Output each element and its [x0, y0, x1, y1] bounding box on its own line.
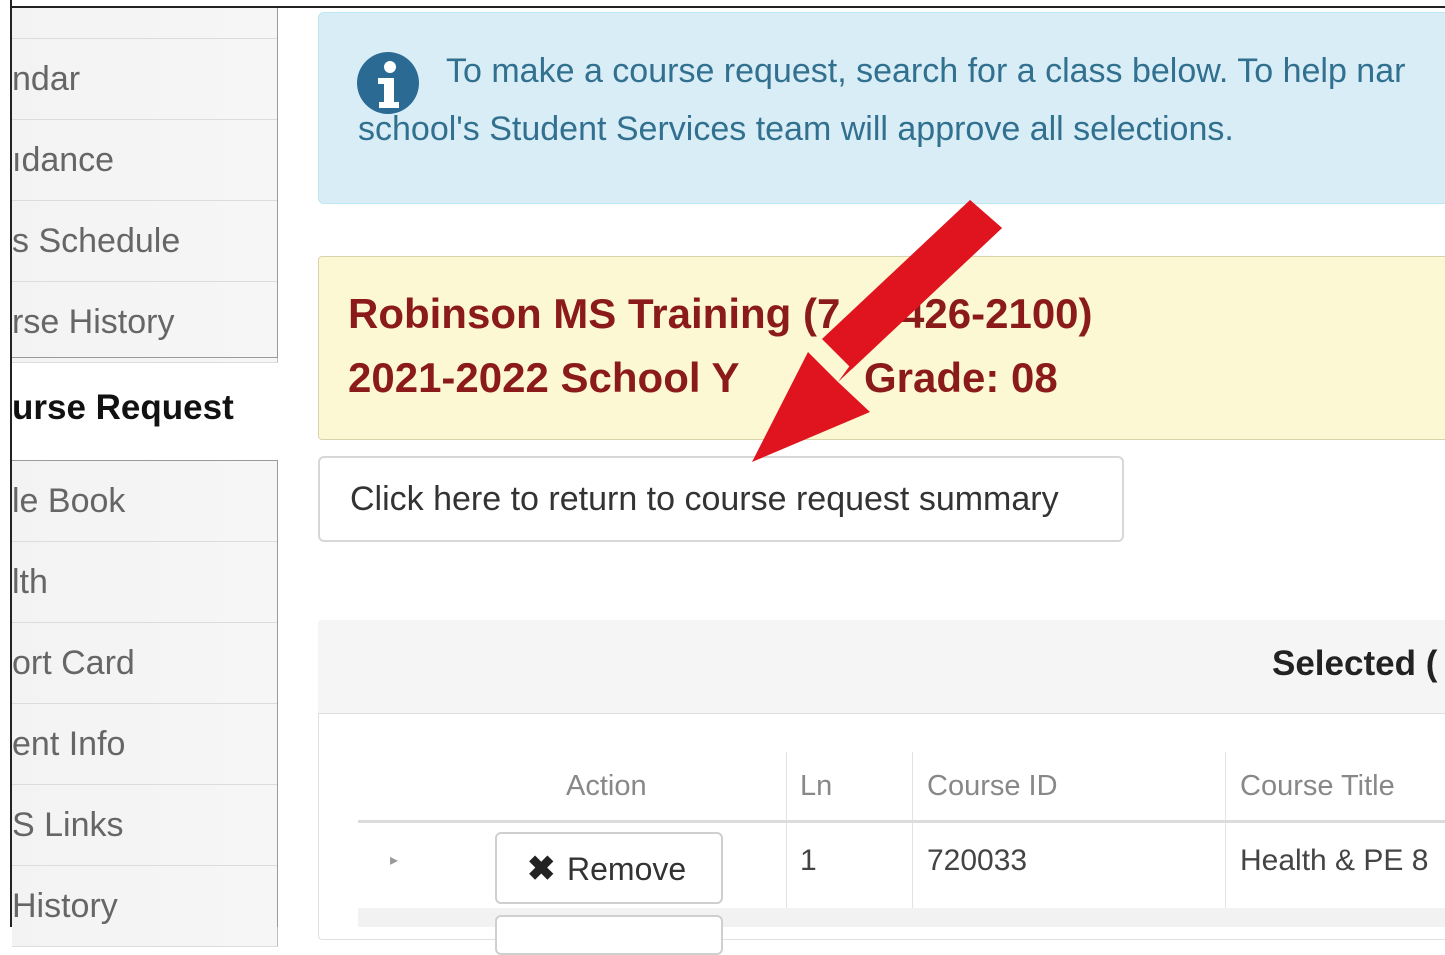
sidebar-item-label: ndar	[12, 60, 81, 98]
return-to-summary-button[interactable]: Click here to return to course request s…	[318, 456, 1124, 542]
sidebar-item-label: lth	[12, 563, 48, 601]
sidebar-item-label: S Links	[12, 806, 124, 844]
remove-button[interactable]	[495, 915, 723, 955]
grade-level: Grade: 08	[864, 354, 1058, 401]
cell-ln: 1	[800, 844, 817, 877]
column-divider	[1225, 752, 1226, 927]
row-expand-icon[interactable]: ▸	[390, 850, 398, 870]
sidebar-item-label: s Schedule	[12, 222, 181, 260]
school-name: Robinson MS Training (7_3-426-2100)	[348, 290, 1093, 337]
sidebar-item-health[interactable]: lth	[12, 542, 278, 623]
sidebar-item-student-info[interactable]: ent Info	[12, 704, 278, 785]
sidebar-item-links[interactable]: S Links	[12, 785, 278, 866]
sidebar-item-label: rse History	[12, 303, 175, 341]
column-header-course-id: Course ID	[927, 770, 1058, 802]
sidebar-item-history[interactable]: History	[12, 866, 278, 947]
column-divider	[912, 752, 913, 927]
sidebar-item-label: History	[12, 887, 118, 925]
frame-border	[0, 0, 1445, 8]
sidebar-item-course-request[interactable]: urse Request	[12, 367, 278, 448]
sidebar-item-class-schedule[interactable]: s Schedule	[12, 201, 278, 282]
column-divider	[786, 752, 787, 927]
info-alert	[318, 12, 1445, 204]
sidebar-item-label: le Book	[12, 482, 126, 520]
cell-course-id: 720033	[927, 844, 1028, 877]
sidebar-item-course-history[interactable]: rse History	[12, 282, 278, 363]
table-header-rule	[358, 820, 1445, 823]
info-alert-text: school's Student Services team will appr…	[358, 110, 1234, 148]
column-header-course-title: Course Title	[1240, 770, 1395, 802]
sidebar-nav: ndar ıdance s Schedule rse History urse …	[12, 0, 278, 947]
column-header-action: Action	[566, 770, 647, 802]
frame-border	[0, 0, 12, 927]
sidebar-item-label: ıdance	[12, 141, 115, 179]
sidebar-item-label: ent Info	[12, 725, 126, 763]
close-icon: ✖	[527, 850, 556, 888]
sidebar-item-label: urse Request	[12, 388, 234, 427]
column-header-ln: Ln	[800, 770, 833, 802]
info-icon	[357, 52, 419, 114]
panel-title: Selected (	[1272, 644, 1438, 683]
school-banner	[318, 256, 1445, 440]
remove-button-label: Remove	[567, 851, 687, 887]
remove-button[interactable]: ✖ Remove	[495, 832, 723, 904]
sidebar-item-grade-book[interactable]: le Book	[12, 461, 278, 542]
sidebar-item-label: ort Card	[12, 644, 135, 682]
sidebar-item-attendance[interactable]: ıdance	[12, 120, 278, 201]
sidebar-item-report-card[interactable]: ort Card	[12, 623, 278, 704]
cell-course-title: Health & PE 8	[1240, 844, 1429, 877]
school-year: 2021-2022 School Y	[348, 354, 740, 401]
info-alert-text: To make a course request, search for a c…	[446, 52, 1406, 90]
sidebar-item-calendar[interactable]: ndar	[12, 39, 278, 120]
